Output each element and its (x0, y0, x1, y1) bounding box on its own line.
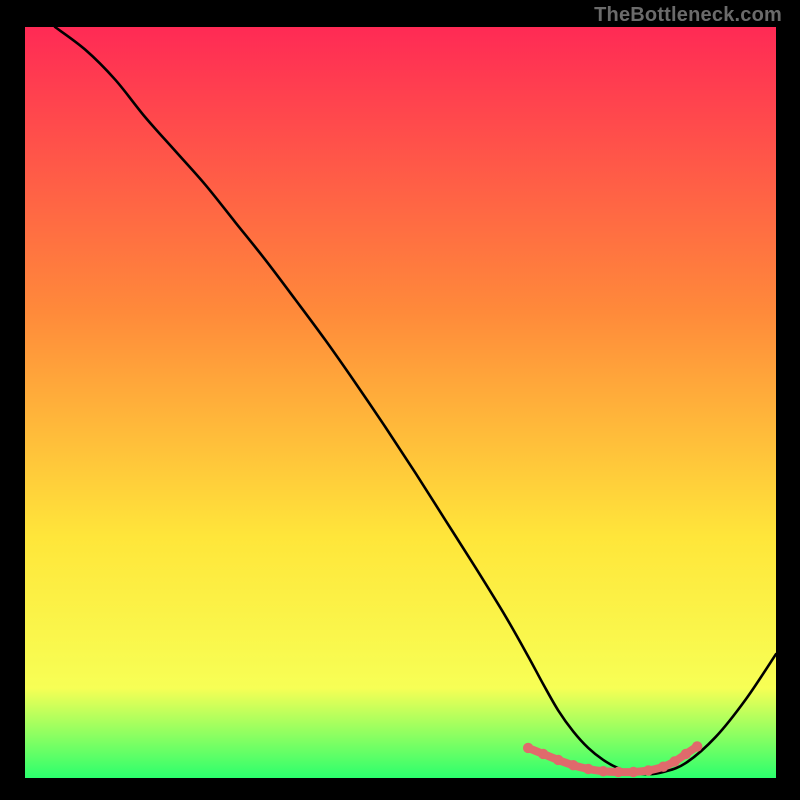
optimal-marker-dot (669, 756, 679, 766)
optimal-marker-dot (681, 749, 691, 759)
watermark-text: TheBottleneck.com (594, 4, 782, 27)
optimal-marker-dot (613, 767, 623, 777)
bottleneck-chart (0, 0, 800, 800)
optimal-marker-dot (658, 762, 668, 772)
optimal-marker-dot (538, 749, 548, 759)
optimal-marker-dot (568, 760, 578, 770)
optimal-marker-dot (598, 766, 608, 776)
optimal-marker-dot (553, 755, 563, 765)
optimal-marker-dot (523, 743, 533, 753)
optimal-marker-dot (583, 764, 593, 774)
plot-background (25, 27, 776, 778)
optimal-marker-dot (692, 741, 702, 751)
optimal-marker-dot (628, 767, 638, 777)
optimal-marker-dot (643, 765, 653, 775)
chart-container: TheBottleneck.com (0, 0, 800, 800)
